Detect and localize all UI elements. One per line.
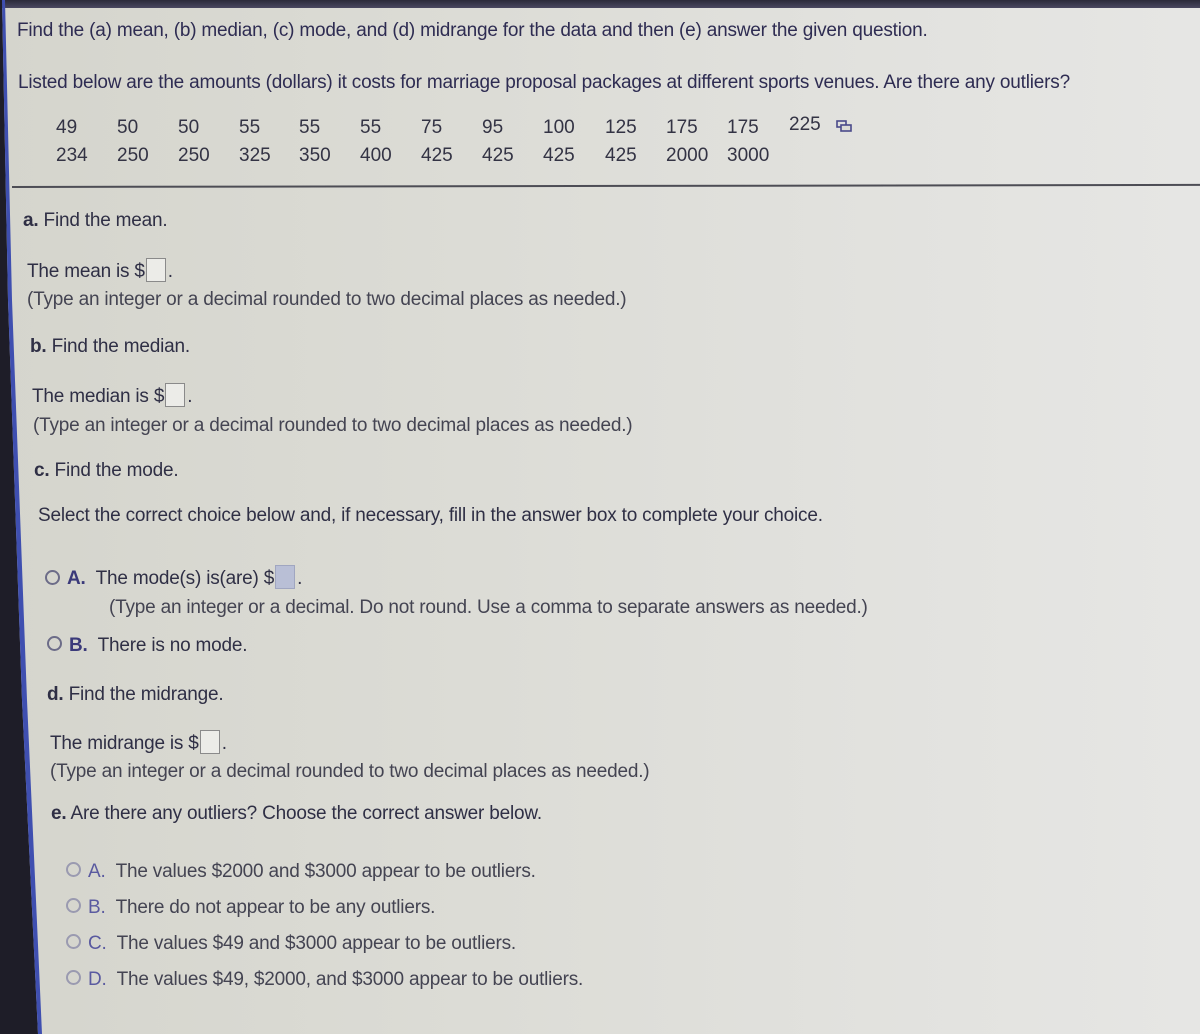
data-value: 3000 (727, 145, 770, 166)
median-hint: (Type an integer or a decimal rounded to… (33, 415, 633, 436)
data-value: 175 (666, 117, 698, 138)
data-value: 234 (56, 145, 88, 166)
data-value: 55 (239, 117, 261, 138)
outlier-choice-c-letter: C. (88, 933, 107, 954)
midrange-prompt: The midrange is $ (50, 733, 199, 755)
data-value: 55 (360, 117, 382, 138)
question-page: Find the (a) mean, (b) median, (c) mode,… (0, 8, 1200, 1034)
mode-instruction: Select the correct choice below and, if … (38, 505, 823, 526)
mode-choice-b[interactable]: B. There is no mode. (47, 635, 248, 657)
data-value: 425 (482, 145, 514, 166)
part-a-heading-text: Find the mean. (43, 210, 168, 231)
part-b-label: b. (30, 336, 47, 357)
outlier-choice-a-letter: A. (88, 861, 106, 882)
data-value: 325 (239, 145, 271, 166)
data-value: 50 (178, 117, 200, 138)
part-d-heading-text: Find the midrange. (68, 684, 224, 705)
mode-choice-a-text: The mode(s) is(are) $ (95, 568, 275, 590)
outlier-choice-a[interactable]: A. The values $2000 and $3000 appear to b… (66, 861, 536, 883)
mode-choice-a[interactable]: A. The mode(s) is(are) $. (45, 565, 302, 591)
data-value: 2000 (666, 145, 709, 166)
data-value: 250 (178, 145, 210, 166)
instructions-text: Find the (a) mean, (b) median, (c) mode,… (17, 20, 928, 41)
data-value: 55 (299, 117, 321, 138)
screen-bezel-top (0, 0, 1200, 8)
data-value: 425 (543, 145, 575, 166)
mode-answer-input[interactable] (275, 565, 296, 589)
data-value: 75 (421, 117, 443, 138)
part-d-heading: d. Find the midrange. (47, 684, 224, 706)
data-value: 100 (543, 117, 575, 138)
outlier-choice-c-radio[interactable] (66, 934, 81, 950)
outlier-choice-d-letter: D. (88, 969, 107, 990)
mode-choice-b-text: There is no mode. (97, 635, 248, 656)
outlier-choice-b-text: There do not appear to be any outliers. (115, 897, 436, 918)
part-d-label: d. (47, 684, 64, 705)
part-e-heading-text: Are there any outliers? Choose the corre… (70, 803, 542, 824)
outlier-choice-d[interactable]: D. The values $49, $2000, and $3000 appea… (66, 969, 583, 991)
part-c-heading: c. Find the mode. (34, 460, 179, 482)
outlier-choice-b-letter: B. (88, 897, 106, 918)
data-value: 250 (117, 145, 149, 166)
section-divider (11, 183, 1200, 188)
data-value: 425 (421, 145, 453, 166)
data-value: 95 (482, 117, 504, 138)
outlier-choice-c[interactable]: C. The values $49 and $3000 appear to be … (66, 933, 516, 955)
data-value: 49 (56, 117, 78, 138)
problem-statement: Listed below are the amounts (dollars) i… (18, 72, 1070, 93)
mean-prompt-line: The mean is $. (27, 258, 173, 284)
data-value: 225 (789, 114, 821, 135)
part-b-heading-text: Find the median. (51, 336, 191, 357)
mode-choice-a-letter: A. (67, 568, 86, 590)
mode-choice-b-radio[interactable] (47, 636, 62, 652)
mean-hint: (Type an integer or a decimal rounded to… (27, 289, 627, 310)
outlier-choice-b-radio[interactable] (66, 898, 81, 914)
mode-choice-b-letter: B. (69, 635, 88, 656)
mean-answer-input[interactable] (145, 258, 166, 282)
outlier-choice-d-radio[interactable] (66, 970, 81, 986)
data-value: 175 (727, 117, 759, 138)
part-a-label: a. (23, 210, 39, 231)
data-value: 125 (605, 117, 637, 138)
midrange-prompt-line: The midrange is $. (50, 730, 227, 756)
part-c-heading-text: Find the mode. (54, 460, 179, 481)
data-value: 400 (360, 145, 392, 166)
data-value: 425 (605, 145, 637, 166)
median-answer-input[interactable] (165, 383, 186, 407)
part-a-heading: a. Find the mean. (23, 210, 168, 232)
mode-choice-a-radio[interactable] (45, 569, 60, 585)
outlier-choice-b[interactable]: B. There do not appear to be any outliers… (66, 897, 435, 919)
part-e-label: e. (51, 803, 67, 824)
midrange-hint: (Type an integer or a decimal rounded to… (50, 761, 650, 782)
outlier-choice-a-text: The values $2000 and $3000 appear to be … (115, 861, 536, 882)
data-value: 350 (299, 145, 331, 166)
midrange-answer-input[interactable] (199, 730, 220, 754)
median-prompt: The median is $ (32, 386, 165, 408)
outlier-choice-c-text: The values $49 and $3000 appear to be ou… (116, 933, 517, 954)
outlier-choice-d-text: The values $49, $2000, and $3000 appear … (116, 969, 584, 990)
mean-prompt: The mean is $ (27, 261, 145, 283)
part-b-heading: b. Find the median. (30, 336, 190, 358)
popout-window-icon[interactable] (836, 120, 852, 132)
part-e-heading: e. Are there any outliers? Choose the co… (51, 803, 542, 825)
median-prompt-line: The median is $. (32, 383, 192, 409)
outlier-choice-a-radio[interactable] (66, 862, 81, 878)
part-c-label: c. (34, 460, 50, 481)
data-value: 50 (117, 117, 139, 138)
mode-hint: (Type an integer or a decimal. Do not ro… (109, 597, 868, 618)
